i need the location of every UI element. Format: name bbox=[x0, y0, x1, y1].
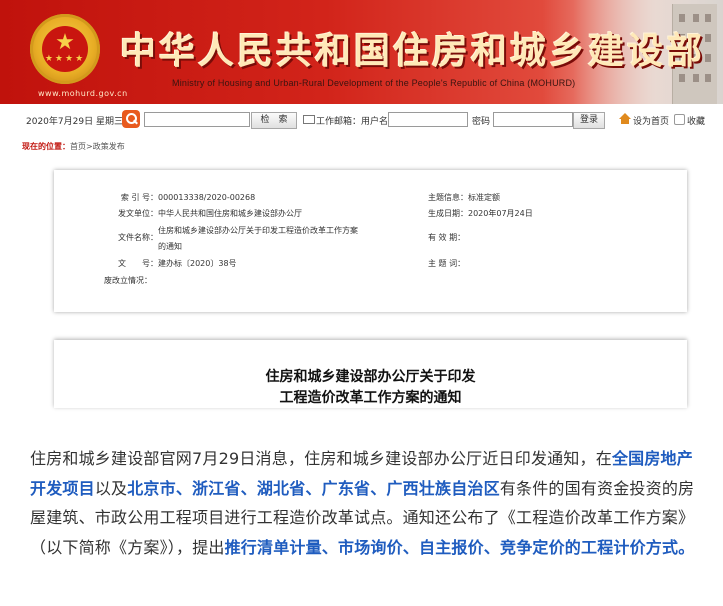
breadcrumb-label: 现在的位置： bbox=[22, 142, 70, 151]
article-text-1: 住房和城乡建设部官网7月29日消息，住房和城乡建设部办公厅近日印发通知，在 bbox=[30, 449, 612, 468]
login-button[interactable]: 登录 bbox=[573, 112, 605, 129]
filename-value-line2: 的通知 bbox=[158, 242, 182, 251]
mail-username-label: 工作邮箱：用户名 bbox=[316, 117, 389, 127]
search-button[interactable]: 检 索 bbox=[251, 112, 297, 129]
ministry-title-en: Ministry of Housing and Urban-Rural Deve… bbox=[172, 78, 576, 88]
favorite-icon[interactable] bbox=[674, 114, 685, 125]
current-date: 2020年7月29日 星期三 bbox=[26, 117, 123, 127]
doc-title-line2: 工程造价改革工作方案的通知 bbox=[279, 390, 462, 406]
date-label: 生成日期： bbox=[428, 209, 468, 218]
status-label: 废改立情况： bbox=[104, 276, 152, 285]
username-input[interactable] bbox=[388, 112, 468, 127]
docno-label: 文 号： bbox=[118, 259, 158, 268]
breadcrumb: 现在的位置：首页>政策发布 bbox=[22, 141, 125, 152]
keywords-label: 主 题 词： bbox=[428, 259, 466, 268]
site-url: www.mohurd.gov.cn bbox=[38, 89, 128, 98]
favorite-link[interactable]: 收藏 bbox=[687, 114, 705, 127]
document-info-card: 索 引 号：000013338/2020-00268 主题信息：标准定额 发文单… bbox=[54, 170, 687, 312]
index-value: 000013338/2020-00268 bbox=[158, 193, 256, 202]
header-banner: ★ ★★★★ www.mohurd.gov.cn 中华人民共和国住房和城乡建设部… bbox=[0, 0, 723, 104]
mail-icon bbox=[303, 115, 315, 124]
set-homepage-link[interactable]: 设为首页 bbox=[633, 114, 669, 127]
search-input[interactable] bbox=[144, 112, 250, 127]
topic-label: 主题信息： bbox=[428, 193, 468, 202]
validity-label: 有 效 期： bbox=[428, 233, 466, 242]
issuer-value: 中华人民共和国住房和城乡建设部办公厅 bbox=[158, 209, 302, 218]
filename-value-line1: 住房和城乡建设部办公厅关于印发工程造价改革工作方案 bbox=[158, 226, 358, 235]
article-highlight-3: 推行清单计量、市场询价、自主报价、竞争定价的工程计价方式。 bbox=[224, 537, 695, 557]
index-label: 索 引 号： bbox=[120, 193, 158, 202]
topic-value: 标准定额 bbox=[468, 193, 500, 202]
password-label: 密码 bbox=[472, 117, 491, 127]
breadcrumb-path[interactable]: 首页>政策发布 bbox=[70, 142, 125, 151]
article-highlight-2: 北京市、浙江省、湖北省、广东省、广西壮族自治区 bbox=[127, 478, 500, 498]
filename-label: 文件名称： bbox=[118, 233, 158, 242]
document-title-card: 住房和城乡建设部办公厅关于印发 工程造价改革工作方案的通知 bbox=[54, 340, 687, 408]
issuer-label: 发文单位： bbox=[118, 209, 158, 218]
search-icon[interactable] bbox=[122, 110, 140, 128]
home-icon[interactable] bbox=[619, 113, 631, 124]
national-emblem-icon[interactable]: ★ ★★★★ bbox=[30, 14, 100, 84]
article-paragraph: 住房和城乡建设部官网7月29日消息，住房和城乡建设部办公厅近日印发通知，在全国房… bbox=[30, 444, 695, 562]
doc-title-line1: 住房和城乡建设部办公厅关于印发 bbox=[265, 369, 476, 385]
date-value: 2020年07月24日 bbox=[468, 209, 533, 218]
docno-value: 建办标〔2020〕38号 bbox=[158, 259, 237, 268]
article-text-2: 以及 bbox=[94, 478, 128, 498]
ministry-title-cn: 中华人民共和国住房和城乡建设部 bbox=[120, 30, 706, 72]
toolbar: 2020年7月29日 星期三 检 索 工作邮箱：用户名 密码 登录 设为首页 收… bbox=[0, 110, 723, 130]
password-input[interactable] bbox=[493, 112, 573, 127]
